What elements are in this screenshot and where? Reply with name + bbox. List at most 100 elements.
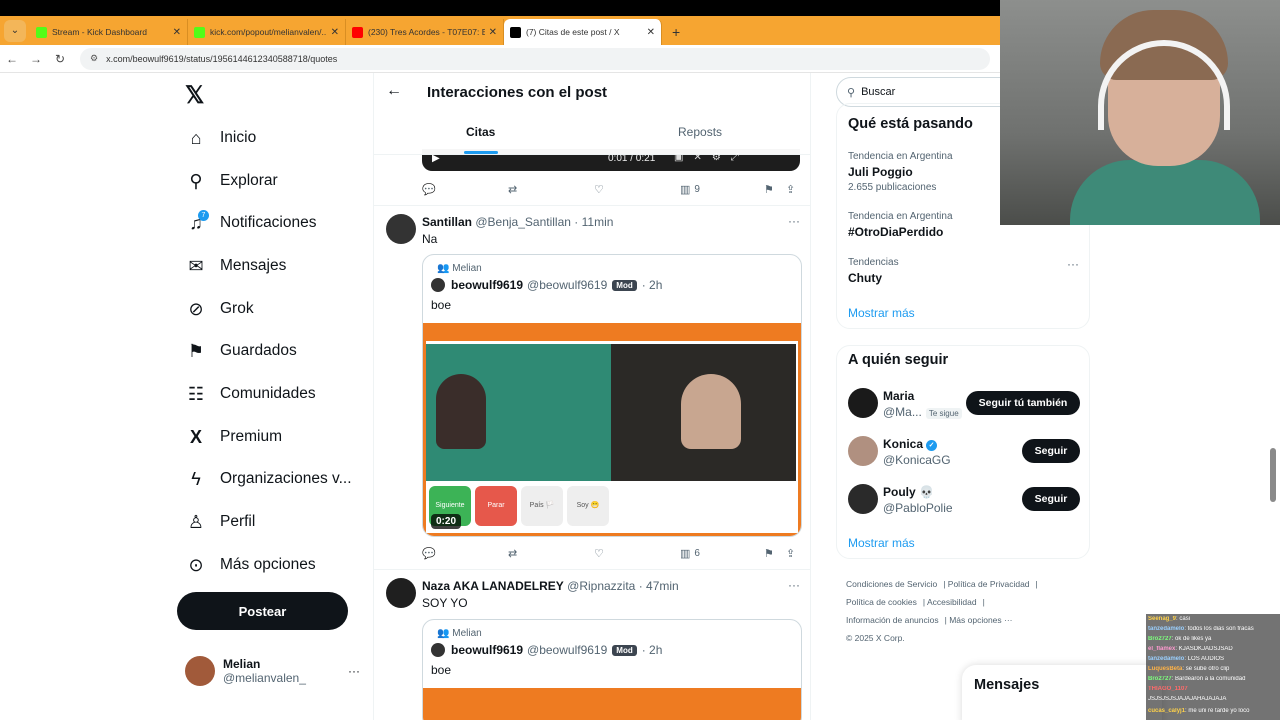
video-left-pane <box>426 344 611 481</box>
search-icon: ⚲ <box>847 86 856 99</box>
browser-tab-active[interactable]: (7) Citas de este post / X ✕ <box>504 19 662 45</box>
footer-link[interactable]: Política de Privacidad <box>948 579 1030 589</box>
video-button: País 🏳️ <box>521 486 563 526</box>
browser-tab[interactable]: Stream - Kick Dashboard ✕ <box>30 19 188 45</box>
footer-more-options[interactable]: Más opciones ··· <box>949 615 1012 625</box>
divider <box>374 569 810 570</box>
share-icon[interactable]: ⇪ <box>786 183 795 196</box>
follow-name[interactable]: Maria <box>883 389 914 403</box>
trend-name[interactable]: Juli Poggio <box>848 165 913 179</box>
like-icon[interactable]: ♡ <box>594 183 604 196</box>
back-arrow-icon[interactable]: ← <box>0 52 24 66</box>
footer-link[interactable]: Condiciones de Servicio <box>846 579 937 589</box>
repost-icon[interactable]: ⇄ <box>508 183 517 196</box>
views-icon[interactable]: ▥ 6 <box>680 547 700 560</box>
copyright: © 2025 X Corp. <box>846 633 905 643</box>
new-tab-icon[interactable]: + <box>672 24 680 40</box>
bookmark-icon[interactable]: ⚑ <box>764 183 774 196</box>
sidebar-item-explorar[interactable]: ⚲ Explorar <box>185 166 277 196</box>
follow-button[interactable]: Seguir <box>1022 439 1080 463</box>
more-dots-icon[interactable]: ··· <box>788 214 800 228</box>
forward-arrow-icon[interactable]: → <box>24 52 48 66</box>
sidebar-item-inicio[interactable]: ⌂ Inicio <box>185 123 257 153</box>
reply-icon[interactable]: 💬 <box>422 547 436 560</box>
reload-icon[interactable]: ↻ <box>48 52 72 66</box>
like-icon[interactable]: ♡ <box>594 547 604 560</box>
tab-list-chevron-icon[interactable]: ⌄ <box>4 20 26 42</box>
sidebar-item-premium[interactable]: X Premium <box>185 422 282 452</box>
sidebar-item-comunidades[interactable]: ☷ Comunidades <box>185 379 316 409</box>
sidebar-item-notificaciones[interactable]: ♫ 7 Notificaciones <box>185 208 317 238</box>
more-dots-icon[interactable]: ··· <box>1067 257 1079 271</box>
post-time[interactable]: · 47min <box>639 579 679 593</box>
browser-tab[interactable]: kick.com/popout/melianvalen/... ✕ <box>188 19 346 45</box>
footer-link[interactable]: Información de anuncios <box>846 615 939 625</box>
handle-text: @Ma... <box>883 405 922 419</box>
author-handle[interactable]: @Benja_Santillan <box>475 215 571 229</box>
tab-reposts[interactable]: Reposts <box>678 125 722 139</box>
post-button[interactable]: Postear <box>177 592 348 630</box>
close-tab-icon[interactable]: ✕ <box>173 27 181 38</box>
avatar[interactable] <box>386 214 416 244</box>
more-dots-icon[interactable]: ··· <box>788 578 800 592</box>
page-scrollbar[interactable] <box>1270 448 1276 502</box>
follows-you-badge: Te sigue <box>925 408 962 419</box>
quote-author-handle: @beowulf9619 <box>527 278 608 292</box>
sidebar-item-mas-opciones[interactable]: ⊙ Más opciones <box>185 550 315 580</box>
repost-icon[interactable]: ⇄ <box>508 547 517 560</box>
close-tab-icon[interactable]: ✕ <box>331 27 339 38</box>
url-bar[interactable]: ⚙ x.com/beowulf9619/status/1956144612340… <box>80 47 990 70</box>
views-icon[interactable]: ▥ 9 <box>680 183 700 196</box>
close-tab-icon[interactable]: ✕ <box>647 27 655 38</box>
post-time[interactable]: · 11min <box>574 215 613 229</box>
sidebar-item-guardados[interactable]: ⚑ Guardados <box>185 336 297 366</box>
trend-name[interactable]: #OtroDiaPerdido <box>848 225 943 239</box>
sidebar-item-label: Premium <box>220 428 283 445</box>
follow-name[interactable]: Konica ✓ <box>883 437 938 451</box>
show-more-follow-link[interactable]: Mostrar más <box>848 536 915 550</box>
follow-button[interactable]: Seguir <box>1022 487 1080 511</box>
account-switcher[interactable]: Melian @melianvalen_ ··· <box>185 656 360 686</box>
author-name[interactable]: Naza AKA LANADELREY <box>422 579 564 593</box>
sidebar-item-perfil[interactable]: ♙ Perfil <box>185 507 255 537</box>
avatar[interactable] <box>848 484 878 514</box>
sidebar-item-mensajes[interactable]: ✉ Mensajes <box>185 251 286 281</box>
trend-name[interactable]: Chuty <box>848 271 882 285</box>
quoted-post[interactable]: 👥 Melian beowulf9619 @beowulf9619 Mod · … <box>422 254 802 537</box>
page-title: Interacciones con el post <box>427 84 608 101</box>
footer-link[interactable]: Política de cookies <box>846 597 917 607</box>
address-bar-row: ← → ↻ ⚙ x.com/beowulf9619/status/1956144… <box>0 45 1000 73</box>
messages-title: Mensajes <box>974 677 1040 693</box>
name-text: Konica <box>883 437 924 451</box>
author-name[interactable]: Santillan <box>422 215 472 229</box>
video-button: Soy 😁 <box>567 486 609 526</box>
tab-citas[interactable]: Citas <box>466 125 495 139</box>
messages-drawer[interactable]: Mensajes <box>962 665 1162 720</box>
quote-header: beowulf9619 @beowulf9619 Mod · 2h <box>431 643 662 657</box>
account-name: Melian <box>223 657 261 671</box>
sidebar-item-organizaciones[interactable]: ϟ Organizaciones v... <box>185 464 351 494</box>
follow-name[interactable]: Pouly 💀 <box>883 485 934 499</box>
more-dots-icon[interactable]: ··· <box>348 664 360 678</box>
avatar[interactable] <box>848 388 878 418</box>
sidebar-item-grok[interactable]: ⊘ Grok <box>185 294 253 324</box>
follow-back-button[interactable]: Seguir tú también <box>966 391 1080 415</box>
show-more-trends-link[interactable]: Mostrar más <box>848 306 915 320</box>
bell-icon: ♫ 7 <box>185 209 209 234</box>
share-icon[interactable]: ⇪ <box>786 547 795 560</box>
quote-video[interactable] <box>423 688 801 720</box>
browser-tab[interactable]: (230) Tres Acordes - T07E07: Es... ✕ <box>346 19 504 45</box>
avatar[interactable] <box>386 578 416 608</box>
browser-tab-strip: ⌄ Stream - Kick Dashboard ✕ kick.com/pop… <box>0 16 1000 45</box>
back-arrow-icon[interactable]: ← <box>386 82 402 100</box>
quoted-post[interactable]: 👥 Melian beowulf9619 @beowulf9619 Mod · … <box>422 619 802 720</box>
avatar[interactable] <box>848 436 878 466</box>
reply-icon[interactable]: 💬 <box>422 183 436 196</box>
quote-video[interactable]: Siguiente Parar País 🏳️ Soy 😁 0:20 <box>423 323 801 536</box>
footer-link[interactable]: Accesibilidad <box>927 597 977 607</box>
bookmark-icon[interactable]: ⚑ <box>764 547 774 560</box>
author-handle[interactable]: @Ripnazzita <box>567 579 635 593</box>
site-info-icon[interactable]: ⚙ <box>90 53 98 64</box>
close-tab-icon[interactable]: ✕ <box>489 27 497 38</box>
x-logo-icon[interactable]: 𝕏 <box>185 81 204 110</box>
